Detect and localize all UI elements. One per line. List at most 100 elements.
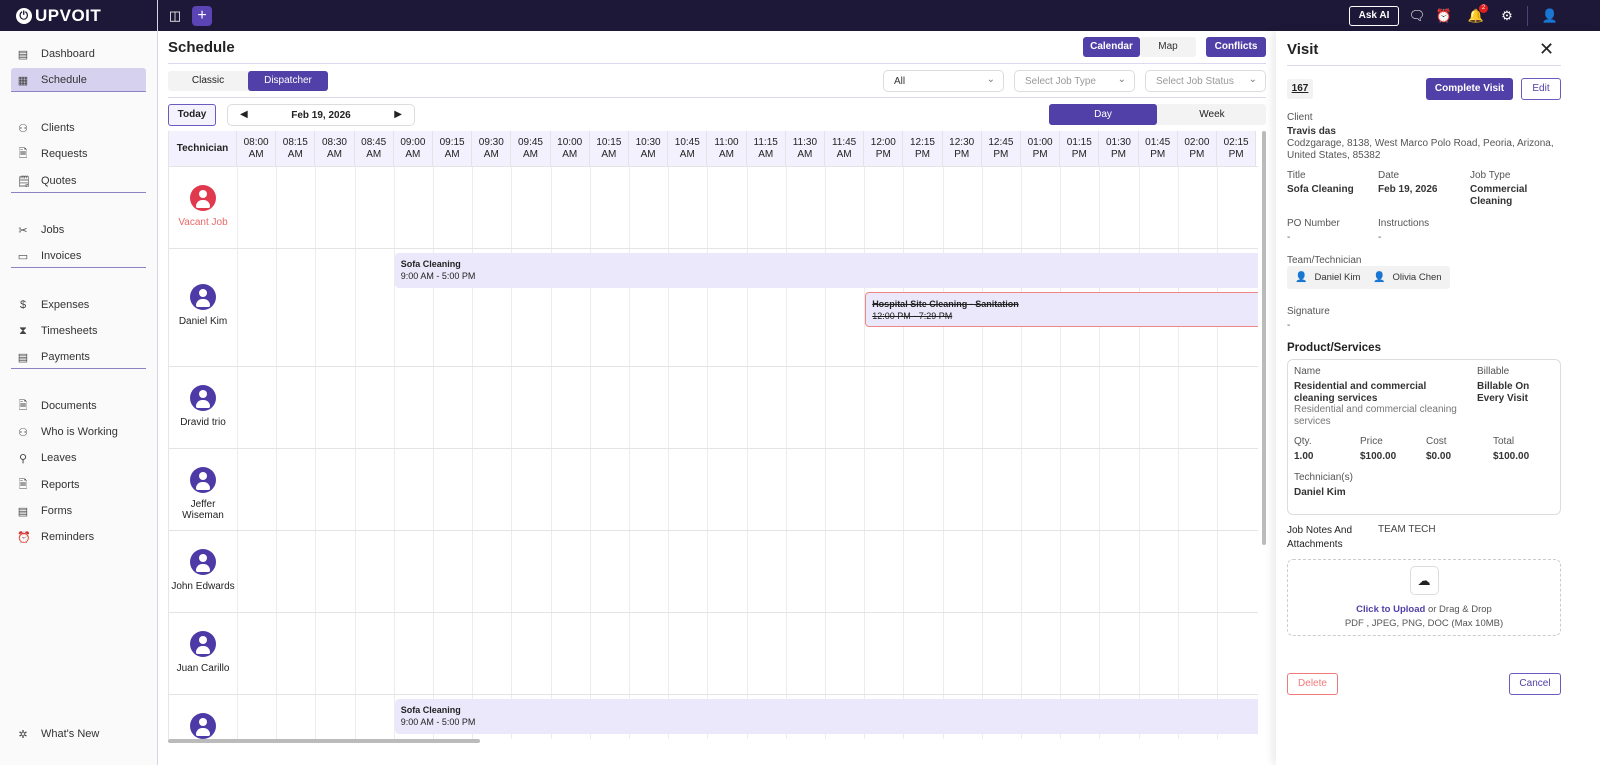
technician-name: Vacant Job — [178, 217, 228, 228]
sidebar-item-reports[interactable]: 🗎 Reports — [11, 473, 146, 497]
sidebar-item-requests[interactable]: 🗎 Requests — [11, 142, 146, 166]
tab-classic[interactable]: Classic — [168, 71, 248, 91]
schedule-event[interactable]: Sofa Cleaning 9:00 AM - 5:00 PM — [394, 253, 1258, 288]
time-slot-header: 08:30 AM08:30AM — [315, 131, 355, 166]
sidebar-item-label: What's New — [41, 728, 100, 740]
sidebar-item-label: Dashboard — [41, 48, 95, 60]
sidebar-item-schedule[interactable]: ▦ Schedule — [11, 68, 146, 92]
requests-icon: 🗎 — [18, 147, 28, 160]
logo: ⏻ UPVOIT — [16, 6, 101, 26]
title-label: Title — [1287, 170, 1306, 181]
sidebar-item-dashboard[interactable]: ▤ Dashboard — [11, 42, 146, 66]
quotes-icon: 🗒 — [17, 175, 31, 188]
team-tech-tab[interactable]: TEAM TECH — [1378, 524, 1436, 535]
divider — [168, 97, 1266, 98]
job-status-select[interactable]: Select Job Status ⌄ — [1145, 70, 1266, 92]
name-label: Name — [1294, 366, 1321, 377]
technician-cell[interactable]: Juan Carillo — [169, 631, 237, 674]
horizontal-scrollbar[interactable] — [168, 739, 480, 743]
avatar-icon — [190, 713, 216, 739]
sidebar-item-label: Forms — [41, 505, 73, 517]
billable-value: Billable On Every Visit — [1477, 381, 1530, 404]
sidebar-item-label: Requests — [41, 148, 88, 160]
technicians-value: Daniel Kim — [1294, 487, 1346, 498]
close-icon[interactable]: ✕ — [1539, 39, 1554, 60]
event-time: 9:00 AM - 5:00 PM — [400, 717, 476, 727]
technician-cell[interactable]: Dravid trio — [169, 385, 237, 428]
panel-title: Visit — [1287, 41, 1319, 58]
cost-label: Cost — [1426, 436, 1447, 447]
job-type-value: Commercial Cleaning — [1470, 184, 1528, 207]
technician-cell[interactable]: Daniel Kim — [169, 284, 237, 327]
sidebar-item-payments[interactable]: ▤ Payments — [11, 345, 146, 369]
technician-name: Daniel Kim — [178, 316, 228, 327]
avatar-icon — [190, 467, 216, 493]
technicians-label: Technician(s) — [1294, 472, 1353, 483]
sidebar-item-whats-new[interactable]: ✲ What's New — [11, 722, 146, 746]
technician-cell[interactable]: Vacant Job — [169, 185, 237, 228]
gear-icon[interactable]: ⚙ — [1497, 6, 1517, 26]
time-slot-header: 08:00 AM08:00AM — [237, 131, 277, 166]
sidebar-toggle-icon[interactable]: ◫ — [165, 6, 185, 26]
click-to-upload-link[interactable]: Click to Upload — [1356, 604, 1425, 615]
sidebar-item-label: Payments — [41, 351, 90, 363]
edit-button[interactable]: Edit — [1521, 78, 1561, 100]
complete-visit-button[interactable]: Complete Visit — [1426, 78, 1513, 100]
ask-ai-button[interactable]: Ask AI — [1349, 6, 1399, 26]
delete-button[interactable]: Delete — [1287, 673, 1338, 695]
sidebar-item-timesheets[interactable]: ⧗ Timesheets — [11, 319, 146, 343]
vertical-scrollbar[interactable] — [1262, 131, 1266, 545]
sidebar-item-expenses[interactable]: $ Expenses — [11, 293, 146, 317]
time-slot-header: 08:45 AM08:45AM — [354, 131, 394, 166]
team-filter-select[interactable]: All ⌄ — [883, 70, 1004, 92]
sidebar-item-label: Quotes — [41, 175, 77, 187]
sidebar-item-who-is-working[interactable]: ⚇ Who is Working — [11, 420, 146, 444]
sidebar-item-quotes[interactable]: 🗒 Quotes — [11, 169, 146, 193]
tab-day[interactable]: Day — [1049, 104, 1157, 125]
tab-dispatcher[interactable]: Dispatcher — [248, 71, 328, 91]
time-slot-header: 10:30 AM10:30AM — [629, 131, 669, 166]
sidebar-item-invoices[interactable]: ▭ Invoices — [11, 244, 146, 268]
user-icon[interactable]: 👤 — [1540, 6, 1560, 26]
tab-week[interactable]: Week — [1158, 104, 1266, 125]
time-slot-header: 09:45 AM09:45AM — [511, 131, 551, 166]
technician-name: Juan Carillo — [176, 663, 230, 674]
upload-dropzone[interactable]: ☁ Click to Upload or Drag & Drop PDF , J… — [1287, 559, 1561, 636]
time-slot-header: 10:00 AM10:00AM — [550, 131, 590, 166]
today-button[interactable]: Today — [168, 104, 216, 126]
page-title: Schedule — [168, 39, 235, 56]
expenses-icon: $ — [19, 299, 27, 311]
technician-row: John Edwards — [169, 530, 1258, 612]
payments-icon: ▤ — [17, 351, 29, 364]
schedule-event[interactable]: Sofa Cleaning 9:00 AM - 5:00 PM — [394, 699, 1258, 734]
job-notes-label: Job Notes And Attachments — [1287, 525, 1353, 550]
sidebar-divider — [11, 91, 146, 92]
map-view-button[interactable]: Map — [1140, 37, 1196, 57]
next-date-icon[interactable]: ▶ — [394, 109, 402, 120]
sidebar-item-forms[interactable]: ▤ Forms — [11, 499, 146, 523]
price-value: $100.00 — [1360, 451, 1397, 462]
sidebar-item-label: Invoices — [41, 250, 82, 262]
technician-cell[interactable]: John Edwards — [169, 549, 237, 592]
sidebar-item-documents[interactable]: 🗎 Documents — [11, 394, 146, 418]
visit-number-link[interactable]: 167 — [1287, 79, 1313, 99]
conflicts-button[interactable]: Conflicts — [1206, 37, 1266, 57]
job-type-select[interactable]: Select Job Type ⌄ — [1014, 70, 1135, 92]
add-button[interactable]: + — [192, 6, 212, 26]
time-slot-header: 02:00 PM02:00PM — [1177, 131, 1217, 166]
sidebar-item-label: Documents — [41, 400, 97, 412]
schedule-event[interactable]: Hospital Site Cleaning - Sanitation 12:00… — [865, 292, 1258, 327]
sidebar-item-jobs[interactable]: ✂ Jobs — [11, 218, 146, 242]
technician-cell[interactable] — [169, 713, 237, 739]
calendar-view-button[interactable]: Calendar — [1083, 37, 1140, 57]
sidebar: ▤ Dashboard ▦ Schedule ⚇ Clients 🗎 Requests 🗒 Quo… — [0, 31, 157, 765]
cancel-button[interactable]: Cancel — [1509, 673, 1561, 695]
sidebar-item-leaves[interactable]: ⚲ Leaves — [11, 446, 146, 470]
alarm-icon[interactable]: ⏰ — [1434, 6, 1454, 26]
product-description: Residential and commercial cleaning serv… — [1294, 404, 1457, 427]
team-icon: ⚇ — [18, 426, 28, 439]
chat-icon[interactable]: 🗨 — [1407, 6, 1427, 26]
sidebar-item-clients[interactable]: ⚇ Clients — [11, 116, 146, 140]
sidebar-item-reminders[interactable]: ⏰ Reminders — [11, 525, 146, 549]
technician-cell[interactable]: Jeffer Wiseman — [169, 467, 237, 521]
